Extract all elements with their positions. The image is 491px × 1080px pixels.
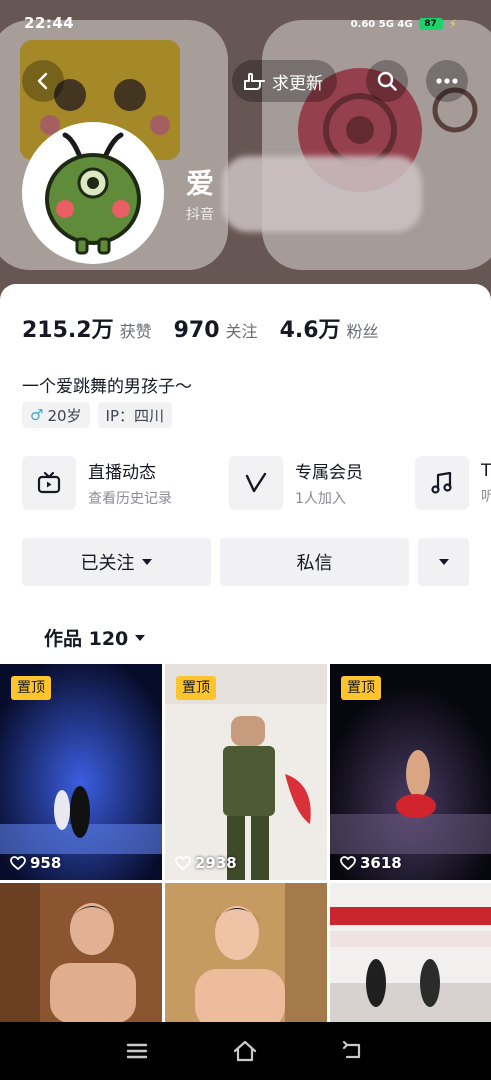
profile-id-label: 抖音 <box>186 207 214 223</box>
video-tile[interactable] <box>165 883 327 1022</box>
network-indicators: 0.60 5G 4G <box>350 18 413 30</box>
followed-button[interactable]: 已关注 <box>22 538 211 586</box>
status-time: 22:44 <box>24 14 75 32</box>
home-icon <box>233 1040 257 1062</box>
feature-membership-title: 专属会员 <box>295 463 363 483</box>
profile-bio: 一个爱跳舞的男孩子～ <box>22 377 192 397</box>
feature-live-title: 直播动态 <box>88 463 156 483</box>
tab-works[interactable]: 作品 120 <box>44 624 146 651</box>
message-button[interactable]: 私信 <box>220 538 409 586</box>
music-note-icon <box>431 471 452 494</box>
profile-name: 爱 <box>186 167 215 200</box>
video-likes: 958 <box>10 854 61 872</box>
works-grid: 置顶 958 置顶 2938 置顶 3618 <box>0 664 491 1022</box>
nav-back-button[interactable] <box>340 1038 366 1064</box>
video-tile[interactable] <box>330 883 491 1022</box>
followed-label: 已关注 <box>80 553 135 574</box>
stat-followers-label[interactable]: 粉丝 <box>347 318 379 342</box>
status-bar: 22:44 0.60 5G 4G 87 ⚡ <box>0 0 491 44</box>
ip-label: IP：四川 <box>105 406 165 425</box>
ip-tag: IP：四川 <box>97 402 173 428</box>
more-actions-button[interactable] <box>418 538 469 586</box>
menu-icon <box>126 1043 148 1059</box>
request-update-button[interactable]: 求更新 <box>232 60 337 102</box>
feature-membership-subtitle: 1人加入 <box>295 491 346 507</box>
male-icon: ♂ <box>30 406 44 424</box>
request-update-label: 求更新 <box>272 73 323 94</box>
video-thumbnail-portrait <box>0 883 162 1022</box>
search-button[interactable] <box>366 60 408 102</box>
search-icon <box>377 71 397 91</box>
feature-music-title: T <box>481 460 491 481</box>
caret-down-icon <box>141 559 152 565</box>
video-tile[interactable] <box>0 883 162 1022</box>
video-tile[interactable]: 置顶 2938 <box>165 664 327 880</box>
pinned-badge: 置顶 <box>341 676 381 700</box>
status-indicators: 0.60 5G 4G 87 ⚡ <box>351 16 457 32</box>
caret-down-icon <box>135 634 146 641</box>
feature-shortcuts: 直播动态 查看历史记录 专属会员 1人加入 T 听 <box>22 456 491 510</box>
message-label: 私信 <box>296 553 333 574</box>
heart-icon <box>10 856 26 870</box>
video-tile[interactable]: 置顶 3618 <box>330 664 491 880</box>
caret-down-icon <box>438 559 449 565</box>
stat-likes-label[interactable]: 获赞 <box>120 318 152 342</box>
more-horizontal-icon <box>436 78 458 84</box>
charging-icon: ⚡ <box>448 17 457 31</box>
feature-music[interactable]: T 听 <box>415 456 491 510</box>
v-member-icon <box>245 472 267 493</box>
video-likes: 2938 <box>175 854 237 872</box>
age-tag: ♂ 20岁 <box>22 402 90 428</box>
nav-home-button[interactable] <box>232 1038 258 1064</box>
redacted-name-blur <box>222 156 422 232</box>
feature-live-subtitle: 查看历史记录 <box>88 491 172 507</box>
profile-tags: ♂ 20岁 IP：四川 <box>22 402 173 428</box>
feature-membership[interactable]: 专属会员 1人加入 <box>229 456 363 510</box>
age-label: 20岁 <box>47 406 82 425</box>
feature-live-history[interactable]: 直播动态 查看历史记录 <box>22 456 172 510</box>
heart-icon <box>340 856 356 870</box>
video-thumbnail-dance-studio <box>330 883 491 1022</box>
feature-music-subtitle: 听 <box>481 488 491 505</box>
video-likes-count: 3618 <box>360 854 402 872</box>
system-nav-bar <box>0 1022 491 1080</box>
video-likes-count: 958 <box>30 854 62 872</box>
nav-menu-button[interactable] <box>124 1038 150 1064</box>
more-button[interactable] <box>426 60 468 102</box>
video-tile[interactable]: 置顶 958 <box>0 664 162 880</box>
video-likes-count: 2938 <box>195 854 237 872</box>
video-likes: 3618 <box>340 854 402 872</box>
stat-following-value[interactable]: 970 <box>174 318 220 343</box>
profile-stats: 215.2万 获赞 970 关注 4.6万 粉丝 <box>22 312 401 344</box>
battery-icon: 87 <box>418 18 443 30</box>
pinned-badge: 置顶 <box>176 676 216 700</box>
stat-likes-value: 215.2万 <box>22 318 114 343</box>
tv-live-icon <box>37 471 61 494</box>
back-button[interactable] <box>22 60 64 102</box>
video-thumbnail-portrait <box>165 883 327 1022</box>
stat-followers-value[interactable]: 4.6万 <box>280 312 341 344</box>
pinned-badge: 置顶 <box>11 676 51 700</box>
chevron-left-icon <box>37 72 48 90</box>
avatar[interactable] <box>22 122 164 264</box>
profile-card: 215.2万 获赞 970 关注 4.6万 粉丝 一个爱跳舞的男孩子～ ♂ 20… <box>0 284 491 664</box>
return-icon <box>342 1041 361 1059</box>
avatar-bug-image <box>25 125 161 261</box>
heart-icon <box>175 856 191 870</box>
works-tab-label: 作品 120 <box>44 628 129 650</box>
stat-following-label[interactable]: 关注 <box>226 318 258 342</box>
hand-point-icon <box>244 72 265 90</box>
